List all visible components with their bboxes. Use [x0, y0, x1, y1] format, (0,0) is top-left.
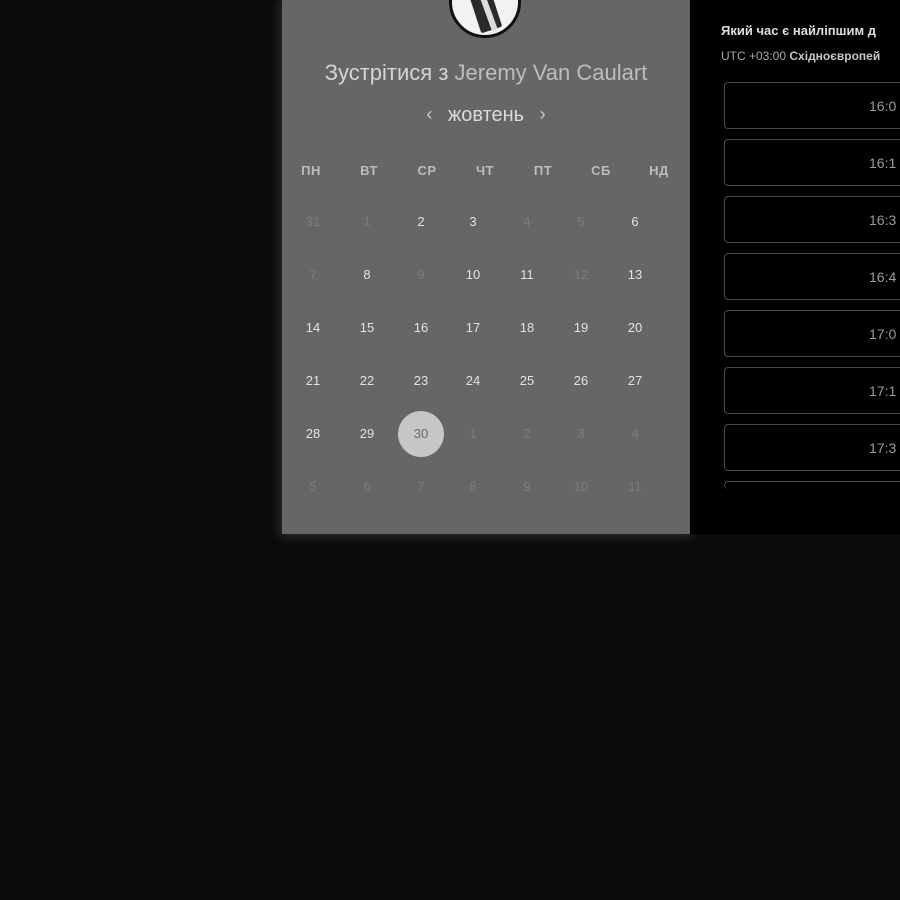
calendar-day[interactable]: 6: [612, 199, 658, 245]
time-slot-button[interactable]: [724, 481, 900, 489]
time-slot-button[interactable]: 16:0: [724, 82, 900, 129]
time-slot-label: 17:3: [869, 440, 897, 456]
time-slot-button[interactable]: 17:0: [724, 310, 900, 357]
timezone-offset: UTC +03:00: [721, 49, 787, 63]
calendar-day[interactable]: 18: [504, 305, 550, 351]
calendar-day: 1: [469, 426, 477, 441]
weekday-label: ЧТ: [475, 163, 495, 178]
calendar-day: 5: [309, 479, 317, 494]
calendar-day: 4: [631, 426, 639, 441]
month-navigation: ‹ жовтень ›: [282, 104, 690, 127]
time-slot-button[interactable]: 17:1: [724, 367, 900, 414]
calendar-day[interactable]: 3: [450, 199, 496, 245]
calendar-day[interactable]: 11: [504, 252, 550, 298]
calendar-day[interactable]: 29: [344, 411, 390, 457]
calendar-day[interactable]: 27: [612, 358, 658, 404]
time-slot-label: 17:0: [869, 326, 897, 342]
host-name: Jeremy Van Caulart: [454, 60, 648, 85]
calendar-day: 4: [523, 214, 531, 229]
weekday-label: ПТ: [533, 163, 553, 178]
calendar-day[interactable]: 14: [290, 305, 336, 351]
host-avatar: [449, 0, 521, 38]
weekday-label: НД: [649, 163, 669, 178]
calendar-day: 12: [573, 267, 589, 282]
calendar-day[interactable]: 22: [344, 358, 390, 404]
next-month-button[interactable]: ›: [530, 104, 556, 125]
calendar-day[interactable]: 2: [398, 199, 444, 245]
calendar-day: 3: [577, 426, 585, 441]
calendar-day[interactable]: 15: [344, 305, 390, 351]
calendar-day: 8: [469, 479, 477, 494]
time-slot-button[interactable]: 16:1: [724, 139, 900, 186]
calendar-day: 7: [309, 267, 317, 282]
time-slot-button[interactable]: 17:3: [724, 424, 900, 471]
calendar-day: 6: [363, 479, 371, 494]
time-slot-label: 16:3: [869, 212, 897, 228]
month-label: жовтень: [447, 104, 525, 126]
calendar-day[interactable]: 17: [450, 305, 496, 351]
timezone-label[interactable]: UTC +03:00 Східноєвропей: [721, 49, 880, 63]
weekday-label: ПН: [301, 163, 321, 178]
calendar-day[interactable]: 20: [612, 305, 658, 351]
calendar-day[interactable]: 28: [290, 411, 336, 457]
time-slot-label: 16:4: [869, 269, 897, 285]
title-prefix: Зустрітися з: [324, 60, 449, 85]
calendar-day: 9: [417, 267, 425, 282]
calendar-day: 1: [363, 214, 371, 229]
calendar-day: 9: [523, 479, 531, 494]
time-slot-button[interactable]: 16:3: [724, 196, 900, 243]
calendar-day: 10: [573, 479, 589, 494]
calendar-day[interactable]: 25: [504, 358, 550, 404]
calendar-day: 31: [305, 214, 321, 229]
time-question: Який час є найліпшим д: [721, 23, 876, 38]
calendar-day[interactable]: 24: [450, 358, 496, 404]
calendar-panel: Зустрітися з Jeremy Van Caulart ‹ жовтен…: [282, 0, 690, 534]
calendar-day[interactable]: 26: [558, 358, 604, 404]
calendar-day: 11: [628, 479, 642, 494]
prev-month-button[interactable]: ‹: [416, 104, 442, 125]
calendar-day[interactable]: 23: [398, 358, 444, 404]
calendar-day-selected[interactable]: 30: [398, 411, 444, 457]
time-slot-label: 16:0: [869, 98, 897, 114]
calendar-day[interactable]: 19: [558, 305, 604, 351]
weekday-label: СБ: [591, 163, 611, 178]
time-slots-panel: Який час є найліпшим д UTC +03:00 Східно…: [690, 0, 900, 534]
timezone-name: Східноєвропей: [789, 49, 881, 63]
time-slot-button[interactable]: 16:4: [724, 253, 900, 300]
meeting-title: Зустрітися з Jeremy Van Caulart: [282, 60, 690, 86]
calendar-day[interactable]: 21: [290, 358, 336, 404]
calendar-day: 2: [523, 426, 531, 441]
calendar-day[interactable]: 16: [398, 305, 444, 351]
calendar-day: 7: [417, 479, 425, 494]
weekday-label: ВТ: [360, 163, 378, 178]
time-slot-label: 16:1: [869, 155, 897, 171]
calendar-day: 5: [577, 214, 585, 229]
calendar-day[interactable]: 8: [344, 252, 390, 298]
calendar-day[interactable]: 10: [450, 252, 496, 298]
weekday-label: СР: [417, 163, 437, 178]
calendar-day[interactable]: 13: [612, 252, 658, 298]
time-slot-label: 17:1: [869, 383, 897, 399]
